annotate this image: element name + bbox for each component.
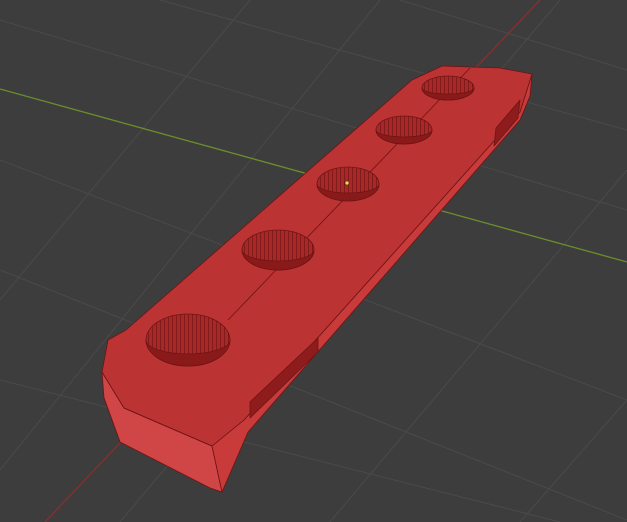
hole-4 bbox=[375, 115, 433, 145]
3d-viewport[interactable] bbox=[0, 0, 627, 522]
hole-5 bbox=[421, 75, 475, 101]
bar-top-face bbox=[101, 65, 533, 447]
object-origin-dot bbox=[344, 180, 350, 186]
hole-2 bbox=[241, 229, 315, 271]
bar-mesh-object[interactable] bbox=[101, 65, 533, 493]
hole-1 bbox=[145, 313, 231, 367]
